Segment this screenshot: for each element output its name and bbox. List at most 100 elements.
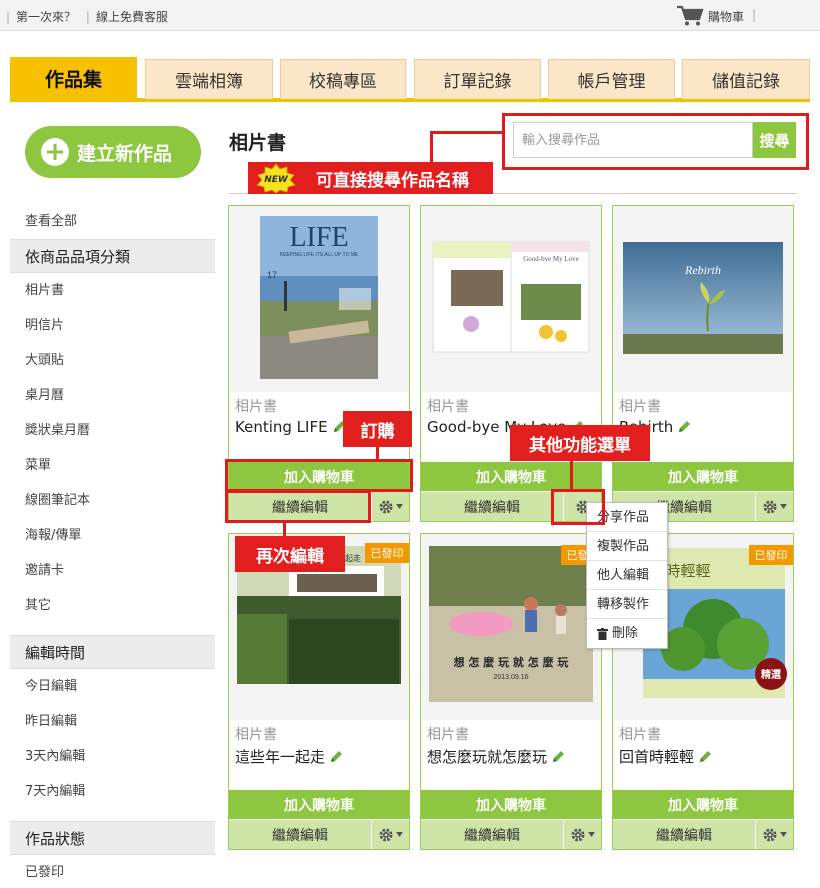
sidebar-item-other[interactable]: 其它 [10,588,215,623]
card-category: 相片書 [619,727,661,743]
add-to-cart-button[interactable]: 加入購物車 [421,790,601,819]
card-title[interactable]: Kenting LIFE [235,418,346,436]
card-title[interactable]: 回首時輕輕 [619,746,712,767]
sidebar-item-yesterday[interactable]: 昨日編輯 [10,704,215,739]
tab-proof[interactable]: 校稿專區 [280,59,406,99]
sidebar-item-printed[interactable]: 已發印 [10,855,215,888]
tab-cloud-album[interactable]: 雲端相簿 [145,59,273,99]
main-tabs: 作品集 雲端相簿 校稿專區 訂單記錄 帳戶管理 儲值記錄 [10,57,810,102]
pencil-icon[interactable] [698,750,712,764]
continue-edit-button[interactable]: 繼續編輯 [613,820,755,849]
caret-down-icon [780,832,787,837]
cover-title: Good-bye My Love [523,255,579,263]
product-card: LIFE KEEPING LIFE ITS ALL UP TO ME 17 相片… [228,205,410,522]
add-to-cart-button[interactable]: 加入購物車 [421,462,601,491]
add-to-cart-button[interactable]: 加入購物車 [613,790,793,819]
sidebar-item-sticker[interactable]: 大頭貼 [10,343,215,378]
card-thumbnail[interactable]: Good-bye My Love [421,206,601,392]
page-title: 相片書 [229,132,287,154]
sidebar-item-menu[interactable]: 菜單 [10,448,215,483]
more-menu-label: 其他功能選單 [510,425,650,461]
gear-icon [763,500,777,513]
plus-icon: + [41,138,69,166]
add-to-cart-button[interactable]: 加入購物車 [229,462,409,491]
online-service-link[interactable]: 線上免費客服 [96,10,168,24]
search-input[interactable] [513,122,753,158]
more-menu-callout-line [570,461,573,491]
create-new-button[interactable]: + 建立新作品 [25,126,201,178]
cover-stamp: 精選 [761,668,781,681]
card-title[interactable]: 這些年一起走 [235,746,343,767]
card-title-text: 這些年一起走 [235,748,326,766]
sidebar-item-desk-calendar[interactable]: 桌月曆 [10,378,215,413]
cover-image: LIFE KEEPING LIFE ITS ALL UP TO ME 17 [229,206,409,392]
sidebar-heading-time: 編輯時間 [10,635,215,669]
sidebar-item-postcard[interactable]: 明信片 [10,308,215,343]
pencil-icon[interactable] [551,750,565,764]
sidebar-item-award-calendar[interactable]: 獎狀桌月曆 [10,413,215,448]
printed-badge: 已發印 [749,545,793,565]
product-card: 這些年．起走 已發印 相片書 這些年一起走 加入購物車 繼續編輯 [228,533,410,850]
tab-account[interactable]: 帳戶管理 [548,59,675,99]
continue-edit-button[interactable]: 繼續編輯 [421,492,563,521]
menu-item-delete-label: 刪除 [612,626,639,641]
sidebar-view-all[interactable]: 查看全部 [10,204,215,239]
add-to-cart-button[interactable]: 加入購物車 [229,790,409,819]
more-options-button[interactable] [372,820,409,849]
search-callout-line [430,131,433,165]
more-options-button[interactable] [756,820,793,849]
card-thumbnail[interactable]: Rebirth [613,206,793,392]
continue-edit-button[interactable]: 繼續編輯 [421,820,563,849]
product-card: 想 怎 麼 玩 就 怎 麼 玩 2013.09.16 已發印 相片書 想怎麼玩就… [420,533,605,850]
pencil-icon[interactable] [677,420,691,434]
cover-number: 17 [267,270,277,280]
tab-orders[interactable]: 訂單記錄 [414,59,541,99]
caret-down-icon [780,504,787,509]
first-time-link[interactable]: 第一次來？ [16,10,76,24]
new-badge: NEW [256,163,296,193]
caret-down-icon [588,832,595,837]
sidebar-item-3days[interactable]: 3天內編輯 [10,739,215,774]
sidebar-heading-status: 作品狀態 [10,821,215,855]
more-options-button[interactable] [756,492,793,521]
cover-title: 想 怎 麼 玩 就 怎 麼 玩 [453,655,569,669]
cover-title: LIFE [289,222,348,253]
sidebar-item-poster[interactable]: 海報/傳單 [10,518,215,553]
sidebar: 查看全部 依商品品項分類 相片書 明信片 大頭貼 桌月曆 獎狀桌月曆 菜單 線圈… [10,204,215,888]
caret-down-icon [396,504,403,509]
sidebar-item-7days[interactable]: 7天內編輯 [10,774,215,809]
gear-icon [379,500,393,513]
menu-item-delete[interactable]: 刪除 [587,619,667,648]
cover-title: Rebirth [684,263,721,277]
re-edit-label: 再次編輯 [235,536,345,572]
sidebar-item-photobook[interactable]: 相片書 [10,273,215,308]
continue-edit-button[interactable]: 繼續編輯 [229,492,371,521]
more-options-menu: 分享作品 複製作品 他人編輯 轉移製作 刪除 [586,502,668,649]
cover-title: 時輕輕 [665,562,710,580]
more-options-button[interactable] [564,820,601,849]
menu-item-copy[interactable]: 複製作品 [587,532,667,561]
cover-image: Good-bye My Love [421,206,601,392]
top-bar: | 第一次來？ | 線上免費客服 購物車 | [0,0,820,31]
tab-topup[interactable]: 儲值記錄 [682,59,810,99]
search-button[interactable]: 搜尋 [753,122,796,158]
add-to-cart-button[interactable]: 加入購物車 [613,462,793,491]
order-callout-line [376,447,379,462]
card-title[interactable]: 想怎麼玩就怎麼玩 [427,746,565,767]
menu-item-transfer[interactable]: 轉移製作 [587,590,667,619]
sidebar-item-notebook[interactable]: 線圈筆記本 [10,483,215,518]
product-card: Good-bye My Love 相片書 Good-bye My Love 加入… [420,205,602,522]
card-thumbnail[interactable]: LIFE KEEPING LIFE ITS ALL UP TO ME 17 [229,206,409,392]
pencil-icon[interactable] [329,750,343,764]
sidebar-item-invitation[interactable]: 邀請卡 [10,553,215,588]
tab-portfolio[interactable]: 作品集 [10,57,137,99]
menu-item-share[interactable]: 分享作品 [587,503,667,532]
more-options-button[interactable] [372,492,409,521]
card-category: 相片書 [235,399,277,415]
cart-icon [677,5,704,26]
menu-item-others-edit[interactable]: 他人編輯 [587,561,667,590]
cart-link[interactable]: 購物車 [676,5,744,27]
search-callout-line [430,131,502,134]
continue-edit-button[interactable]: 繼續編輯 [229,820,371,849]
sidebar-item-today[interactable]: 今日編輯 [10,669,215,704]
